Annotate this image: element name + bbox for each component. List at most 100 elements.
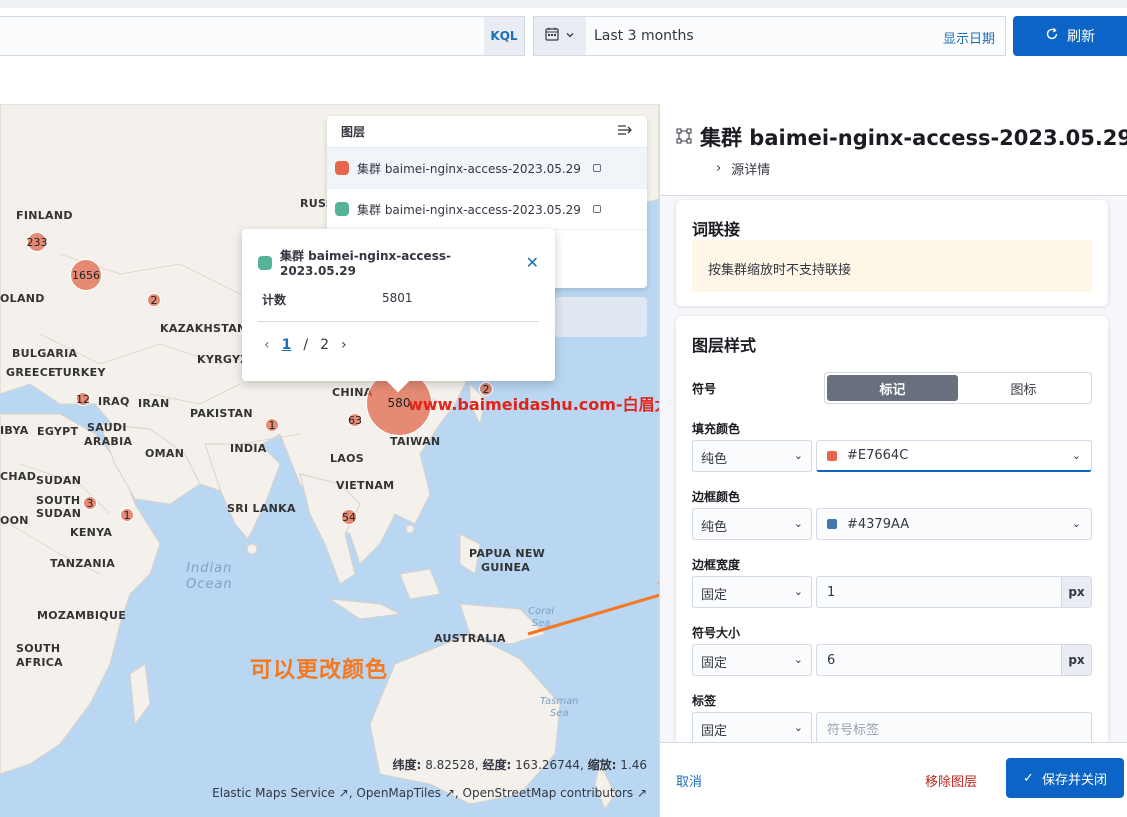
search-input[interactable]: KQL [0,16,525,56]
fill-color-input[interactable]: #E7664C ⌄ [816,440,1092,472]
cluster-marker[interactable]: 3 [83,496,97,510]
cluster-marker[interactable]: 2 [147,293,161,307]
chevron-down-icon: ⌄ [793,585,803,598]
map-label: SAUDI [87,421,127,434]
border-width-input[interactable]: 1 px [816,576,1092,608]
annotation-arrow-icon [527,582,659,636]
chevron-down-icon: ⌄ [793,517,803,530]
layer-name: 集群 baimei-nginx-access-2023.05.29 [357,161,581,176]
map-label: SOUTH [16,642,61,655]
label-input[interactable]: 符号标签 [816,712,1092,744]
cluster-marker[interactable]: 1656 [70,259,102,291]
join-card-title: 词联接 [692,220,741,239]
map-label: SOUTH [36,494,81,507]
map-label: KAZAKHSTAN [160,322,247,335]
map-label: AFRICA [16,656,63,669]
layer-checkbox[interactable] [592,164,601,172]
tooltip-value: 5801 [382,291,413,305]
panel-footer: 取消 移除图层 ✓ 保存并关闭 [660,742,1127,817]
annotation-text: 可以更改颜色 [250,658,389,683]
chevron-right-icon[interactable]: › [341,337,347,353]
map-label: GUINEA [481,561,531,574]
symbol-label: 符号 [692,382,717,396]
border-color-input[interactable]: #4379AA ⌄ [816,508,1092,540]
symbol-icon-option[interactable]: 图标 [958,375,1089,401]
symbol-size-input[interactable]: 6 px [816,644,1092,676]
check-icon: ✓ [1023,770,1034,786]
tooltip-pager: ‹ 1 / 2 › [264,337,347,353]
source-details-toggle[interactable]: › 源详情 [716,159,770,178]
border-width-mode-select[interactable]: 固定 ⌄ [692,576,812,608]
map-label: OON [0,514,29,527]
chevron-down-icon [565,29,575,44]
kql-button[interactable]: KQL [484,17,524,55]
cluster-marker[interactable]: 12 [76,392,90,406]
close-icon[interactable]: ✕ [526,253,539,272]
map-label: SUDAN [36,507,82,520]
map-label: PAKISTAN [190,407,253,420]
map-label: CHAD [0,470,37,483]
map-coordinates: 纬度: 8.82528, 经度: 163.26744, 缩放: 1.46 [392,758,647,772]
layer-checkbox[interactable] [592,205,601,213]
map-label: FINLAND [16,209,73,222]
divider [258,321,539,322]
map-label: KENYA [70,526,113,539]
fill-color-label: 填充颜色 [692,422,741,436]
layer-settings-panel: 集群 baimei-nginx-access-2023.05.29 › 源详情 … [659,104,1127,817]
color-swatch [827,450,837,461]
map-control-ghost [555,297,647,337]
show-dates-link[interactable]: 显示日期 [943,28,995,47]
cluster-marker[interactable]: 63 [348,413,362,427]
chevron-down-icon: ⌄ [1071,449,1081,462]
label-label: 标签 [692,694,717,708]
cluster-marker[interactable]: 1 [265,418,279,432]
refresh-icon [1045,27,1059,45]
map-label: INDIA [230,442,267,455]
border-color-label: 边框颜色 [692,490,741,504]
unit-suffix: px [1061,577,1091,607]
ocean-label: Indian Ocean [186,561,233,592]
map-label: ARABIA [84,435,133,448]
symbol-size-mode-select[interactable]: 固定 ⌄ [692,644,812,676]
map-label: VIETNAM [336,479,395,492]
map-label: BULGARIA [12,347,78,360]
date-range-text[interactable]: Last 3 months [594,28,694,44]
chevron-left-icon[interactable]: ‹ [264,337,270,353]
map-label: IBYA [0,424,29,437]
unit-suffix: px [1061,645,1091,675]
map-label: EGYPT [37,425,79,438]
date-quick-menu-button[interactable] [534,17,586,55]
chevron-down-icon: ⌄ [793,449,803,462]
map-label: TANZANIA [50,557,116,570]
layer-name: 集群 baimei-nginx-access-2023.05.29 [357,202,581,217]
layer-control-title: 图层 [341,125,366,139]
layer-swatch [335,202,349,216]
layer-row[interactable]: 集群 baimei-nginx-access-2023.05.29 [327,148,647,189]
tooltip-key: 计数 [262,293,287,307]
tooltip-title: 集群 baimei-nginx-access-2023.05.29 [280,249,451,278]
map-label: LAOS [330,452,364,465]
cluster-layer-icon [676,125,692,149]
label-mode-select[interactable]: 固定 ⌄ [692,712,812,744]
cancel-button[interactable]: 取消 [676,771,702,790]
source-details-label: 源详情 [731,163,771,178]
border-color-mode-select[interactable]: 纯色 ⌄ [692,508,812,540]
refresh-button[interactable]: 刷新 [1013,16,1127,56]
symbol-marker-option[interactable]: 标记 [827,375,958,401]
cluster-marker[interactable]: 1 [120,508,134,522]
collapse-icon[interactable] [617,124,633,139]
remove-layer-button[interactable]: 移除图层 [925,771,977,790]
cluster-marker[interactable]: 54 [341,509,357,525]
query-bar: KQL Last 3 months 显示日期 刷新 [0,0,1127,104]
save-and-close-button[interactable]: ✓ 保存并关闭 [1006,758,1124,798]
fill-color-mode-select[interactable]: 纯色 ⌄ [692,440,812,472]
date-picker[interactable]: Last 3 months 显示日期 [533,16,1006,56]
layer-row[interactable]: 集群 baimei-nginx-access-2023.05.29 [327,189,647,230]
map-label: AUSTRALIA [434,632,506,645]
chevron-right-icon: › [716,161,722,176]
feature-tooltip: 集群 baimei-nginx-access-2023.05.29 ✕ 计数 5… [242,229,555,381]
map-attribution[interactable]: Elastic Maps Service ↗, OpenMapTiles ↗, … [212,786,647,800]
pager-current[interactable]: 1 [282,337,292,353]
cluster-marker[interactable]: 233 [27,232,48,252]
map-label: OLAND [0,292,45,305]
